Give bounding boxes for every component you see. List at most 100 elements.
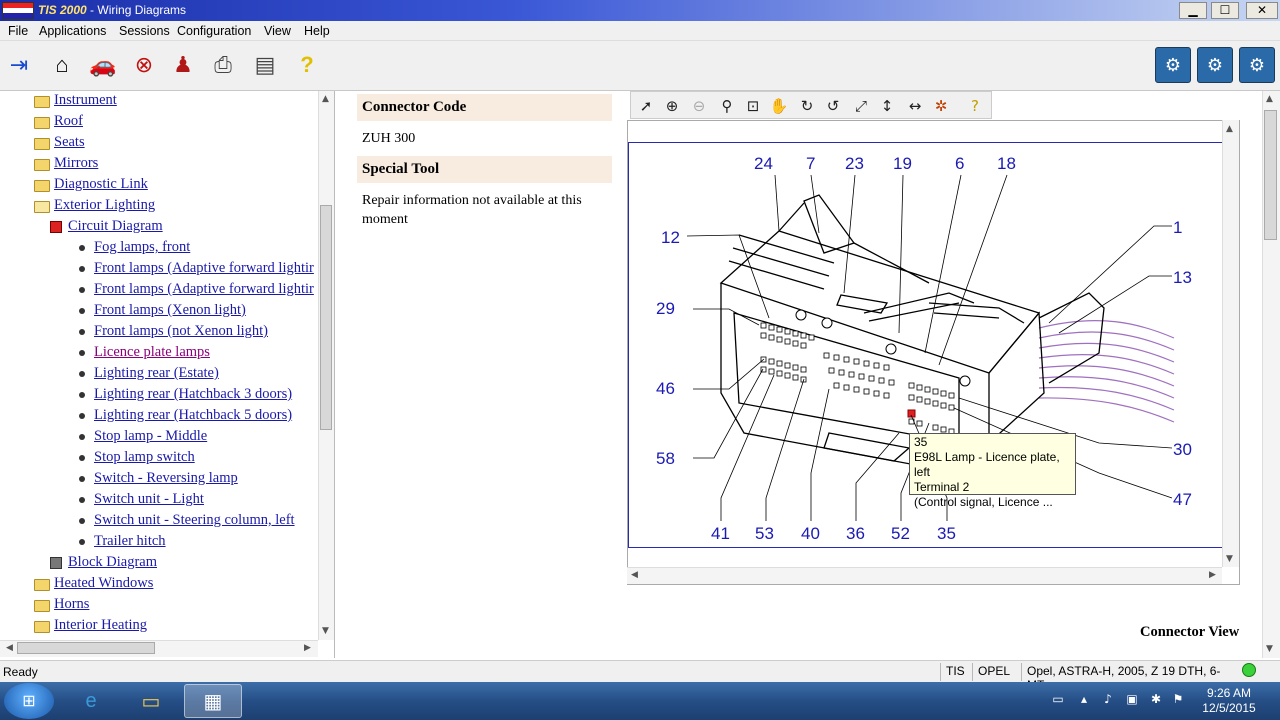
tree-folder-instrument[interactable]: Instrument — [54, 92, 117, 109]
tree-folder-seats[interactable]: Seats — [54, 134, 85, 151]
scroll-down-icon[interactable]: ▼ — [1226, 554, 1233, 564]
tree-hscroll-thumb[interactable] — [17, 642, 155, 654]
tree-folder-horns[interactable]: Horns — [54, 596, 89, 613]
tree-item-trailer-hitch[interactable]: Trailer hitch — [94, 533, 166, 550]
vehicle-diagnostic-icon[interactable]: ⚙ — [1197, 47, 1233, 83]
fit-all-icon[interactable]: ⤢ — [851, 96, 871, 116]
pin-label: 58 — [656, 449, 675, 468]
maximize-button[interactable]: ☐ — [1211, 2, 1239, 19]
tree-item-switch-reversing-lamp[interactable]: Switch - Reversing lamp — [94, 470, 238, 487]
folder-icon — [34, 117, 50, 129]
menu-help[interactable]: Help — [304, 24, 330, 38]
menu-applications[interactable]: Applications — [39, 24, 106, 38]
tree-item-lighting-rear-hb5[interactable]: Lighting rear (Hatchback 5 doors) — [94, 407, 292, 424]
tree-folder-mirrors[interactable]: Mirrors — [54, 155, 98, 172]
tree-item-lighting-rear-hb3[interactable]: Lighting rear (Hatchback 3 doors) — [94, 386, 292, 403]
bullet-icon — [79, 287, 85, 293]
rotate-cw-icon[interactable]: ↻ — [797, 96, 817, 116]
fit-height-icon[interactable]: ↕ — [877, 96, 897, 116]
zoom-area-icon[interactable]: ⊡ — [743, 96, 763, 116]
settings-icon[interactable]: ✲ — [931, 96, 951, 116]
status-text: Ready — [3, 665, 38, 679]
connector-outline — [719, 194, 1105, 474]
zoom-out-icon[interactable]: ⊖ — [689, 96, 709, 116]
folder-icon — [34, 180, 50, 192]
stop-icon[interactable]: ⊗ — [129, 50, 159, 80]
block-diagram-icon — [50, 557, 62, 569]
taskbar-clock[interactable]: 9:26 AM 12/5/2015 — [1192, 686, 1266, 716]
internet-explorer-icon[interactable]: e — [62, 684, 120, 718]
tree-item-lighting-rear-estate[interactable]: Lighting rear (Estate) — [94, 365, 219, 382]
scroll-left-icon[interactable]: ◀ — [6, 643, 13, 653]
scroll-down-icon[interactable]: ▼ — [1266, 644, 1273, 654]
tree-scroll-thumb[interactable] — [320, 205, 332, 430]
folder-icon — [34, 96, 50, 108]
tree-item-switch-unit-light[interactable]: Switch unit - Light — [94, 491, 204, 508]
menu-file[interactable]: File — [8, 24, 28, 38]
page-scroll-thumb[interactable] — [1264, 110, 1277, 240]
tree-item-front-lamps-afl-2[interactable]: Front lamps (Adaptive forward lightir — [94, 281, 314, 298]
tree-folder-interior-heating[interactable]: Interior Heating — [54, 617, 147, 634]
tree-circuit-diagram[interactable]: Circuit Diagram — [68, 218, 163, 235]
tree-item-front-lamps-xenon[interactable]: Front lamps (Xenon light) — [94, 302, 246, 319]
chevron-up-icon[interactable]: ▴ — [1076, 692, 1092, 708]
tree-folder-roof[interactable]: Roof — [54, 113, 83, 130]
bluetooth-icon[interactable]: ✱ — [1148, 692, 1164, 708]
tree-item-stop-lamp-switch[interactable]: Stop lamp switch — [94, 449, 195, 466]
circuit-diagram-icon — [50, 221, 62, 233]
tree-item-front-lamps-afl-1[interactable]: Front lamps (Adaptive forward lightir — [94, 260, 314, 277]
scroll-down-icon[interactable]: ▼ — [322, 626, 329, 636]
tree-folder-heated-windows[interactable]: Heated Windows — [54, 575, 153, 592]
scroll-up-icon[interactable]: ▲ — [322, 94, 329, 104]
scroll-left-icon[interactable]: ◀ — [631, 570, 638, 580]
tree-item-licence-plate-lamps[interactable]: Licence plate lamps — [94, 344, 210, 361]
rotate-ccw-icon[interactable]: ↺ — [823, 96, 843, 116]
screw-icon — [821, 317, 833, 329]
scroll-right-icon[interactable]: ▶ — [304, 643, 311, 653]
vehicle-info-icon[interactable]: ⚙ — [1239, 47, 1275, 83]
special-tool-value: Repair information not available at this… — [362, 193, 582, 227]
tree-folder-diagnostic-link[interactable]: Diagnostic Link — [54, 176, 148, 193]
pin-label: 40 — [801, 524, 820, 543]
fit-width-icon[interactable]: ↔ — [905, 96, 925, 116]
tree-block-diagram[interactable]: Block Diagram — [68, 554, 157, 571]
home-icon[interactable]: ⌂ — [47, 50, 77, 80]
viewer-horizontal-scrollbar[interactable] — [627, 567, 1222, 584]
keyboard-icon[interactable]: ▭ — [1050, 692, 1066, 708]
scroll-up-icon[interactable]: ▲ — [1226, 124, 1233, 134]
notebook-icon[interactable]: ▤ — [250, 50, 280, 80]
start-button[interactable]: ⊞ — [4, 683, 54, 719]
minimize-button[interactable]: ▁ — [1179, 2, 1207, 19]
vehicle-service-icon[interactable]: ⚙ — [1155, 47, 1191, 83]
action-center-icon[interactable]: ⚑ — [1170, 692, 1186, 708]
exit-icon[interactable]: ⇥ — [4, 50, 34, 80]
pin-label: 19 — [893, 154, 912, 173]
print-icon[interactable]: ⎙ — [208, 50, 238, 80]
tree-folder-exterior-lighting[interactable]: Exterior Lighting — [54, 197, 155, 214]
volume-icon[interactable]: ♪ — [1100, 692, 1116, 708]
viewer-vertical-scrollbar[interactable] — [1222, 120, 1239, 567]
scroll-right-icon[interactable]: ▶ — [1209, 570, 1216, 580]
help-icon[interactable]: ? — [965, 96, 985, 116]
menu-view[interactable]: View — [264, 24, 291, 38]
tis-taskbar-icon[interactable]: ▦ — [184, 684, 242, 718]
close-button[interactable]: ✕ — [1246, 2, 1278, 19]
zoom-icon[interactable]: ⚲ — [717, 96, 737, 116]
menu-configuration[interactable]: Configuration — [177, 24, 251, 38]
tree-item-front-lamps-not-xenon[interactable]: Front lamps (not Xenon light) — [94, 323, 268, 340]
pointer-icon[interactable]: ➚ — [636, 96, 656, 116]
person-icon[interactable]: ♟ — [168, 50, 198, 80]
clock-date: 12/5/2015 — [1202, 701, 1256, 715]
network-icon[interactable]: ▣ — [1124, 692, 1140, 708]
pan-icon[interactable]: ✋ — [769, 96, 789, 116]
help-icon[interactable]: ? — [292, 50, 322, 80]
tree-item-fog-lamps-front[interactable]: Fog lamps, front — [94, 239, 190, 256]
zoom-in-icon[interactable]: ⊕ — [662, 96, 682, 116]
file-explorer-icon[interactable]: ▭ — [122, 684, 180, 718]
vehicle-icon[interactable]: 🚗 — [86, 50, 120, 80]
tree-item-stop-lamp-middle[interactable]: Stop lamp - Middle — [94, 428, 207, 445]
tree-item-switch-unit-steering[interactable]: Switch unit - Steering column, left — [94, 512, 295, 529]
menu-sessions[interactable]: Sessions — [119, 24, 170, 38]
scroll-up-icon[interactable]: ▲ — [1266, 94, 1273, 104]
folder-icon — [34, 138, 50, 150]
